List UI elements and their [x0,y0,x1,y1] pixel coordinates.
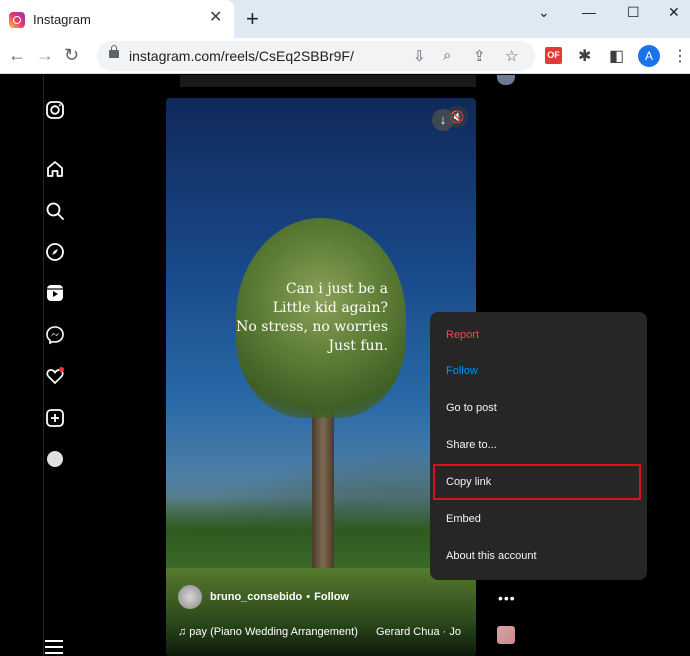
reel-separator: • [306,591,311,603]
menu-item-embed[interactable]: Embed [446,513,481,525]
reel-follow-button[interactable]: Follow [314,591,349,603]
reload-icon[interactable]: ↻ [64,45,79,65]
reel-author-avatar[interactable] [178,585,202,609]
download-icon[interactable]: ↓ [432,109,454,131]
menu-item-share-to[interactable]: Share to... [446,439,497,451]
previous-reel-thumb [497,75,515,85]
profile-avatar-button[interactable]: A [638,45,660,67]
side-panel-icon[interactable]: ◧ [609,46,624,66]
reel-audio-title[interactable]: ♫ pay (Piano Wedding Arrangement) [178,626,358,638]
install-app-icon[interactable]: ⇩ [413,47,426,65]
browser-tab[interactable]: Instagram ✕ [0,0,234,38]
create-icon[interactable] [45,408,65,428]
address-bar[interactable]: instagram.com/reels/CsEq2SBBr9F/ ⇩ ⌕ ⇪ ☆ [97,41,535,71]
instagram-logo-icon[interactable] [45,100,65,120]
share-icon[interactable]: ⇪ [473,47,486,65]
copy-link-highlight-box [433,464,641,500]
home-icon[interactable] [45,159,65,179]
profile-avatar[interactable] [45,449,65,469]
instagram-sidebar [0,75,88,656]
messenger-icon[interactable] [45,325,65,345]
back-icon[interactable]: ← [8,45,26,65]
audio-thumbnail[interactable] [497,626,515,644]
sidebar-divider [43,75,44,656]
reel-audio-artist[interactable]: Gerard Chua · Jo [376,626,461,638]
bookmark-star-icon[interactable]: ☆ [505,47,518,65]
reel-author: bruno_consebido • Follow [178,585,349,609]
lock-icon[interactable] [109,45,119,58]
notifications-icon[interactable] [45,366,65,386]
new-tab-button[interactable]: + [246,8,259,30]
minimize-icon[interactable]: — [582,4,596,20]
tab-search-icon[interactable]: ⌄ [538,4,550,21]
reels-icon[interactable] [45,283,65,303]
menu-item-report[interactable]: Report [446,329,479,341]
menu-item-go-to-post[interactable]: Go to post [446,402,497,414]
menu-item-follow[interactable]: Follow [446,365,478,377]
extensions-puzzle-icon[interactable]: ✱ [578,46,591,66]
browser-menu-icon[interactable]: ⋮ [672,46,688,66]
reel-username[interactable]: bruno_consebido [210,591,302,603]
explore-icon[interactable] [45,242,65,262]
zoom-icon[interactable]: ⌕ [443,47,451,64]
browser-toolbar: ← → ↻ instagram.com/reels/CsEq2SBBr9F/ ⇩… [0,38,690,74]
more-options-icon[interactable]: ••• [498,590,516,606]
url-text[interactable]: instagram.com/reels/CsEq2SBBr9F/ [129,48,354,64]
menu-item-about-account[interactable]: About this account [446,550,537,562]
reel-overlay-caption: Can i just be a Little kid again? No str… [236,281,388,354]
previous-reel-edge [180,75,476,87]
close-window-icon[interactable]: ✕ [668,4,680,21]
more-menu-icon[interactable] [45,640,63,654]
maximize-icon[interactable]: ☐ [627,4,640,21]
forward-icon[interactable]: → [36,45,54,65]
reel-options-menu: Report Follow Go to post Share to... Cop… [430,312,647,580]
grass-foreground [166,568,476,656]
instagram-favicon-icon [9,12,25,28]
extension-of-icon[interactable]: OF [545,47,562,64]
tab-title: Instagram [33,12,91,27]
tab-close-icon[interactable]: ✕ [209,10,222,26]
browser-tab-bar: Instagram ✕ + ⌄ — ☐ ✕ [0,0,690,38]
search-icon[interactable] [45,201,65,221]
